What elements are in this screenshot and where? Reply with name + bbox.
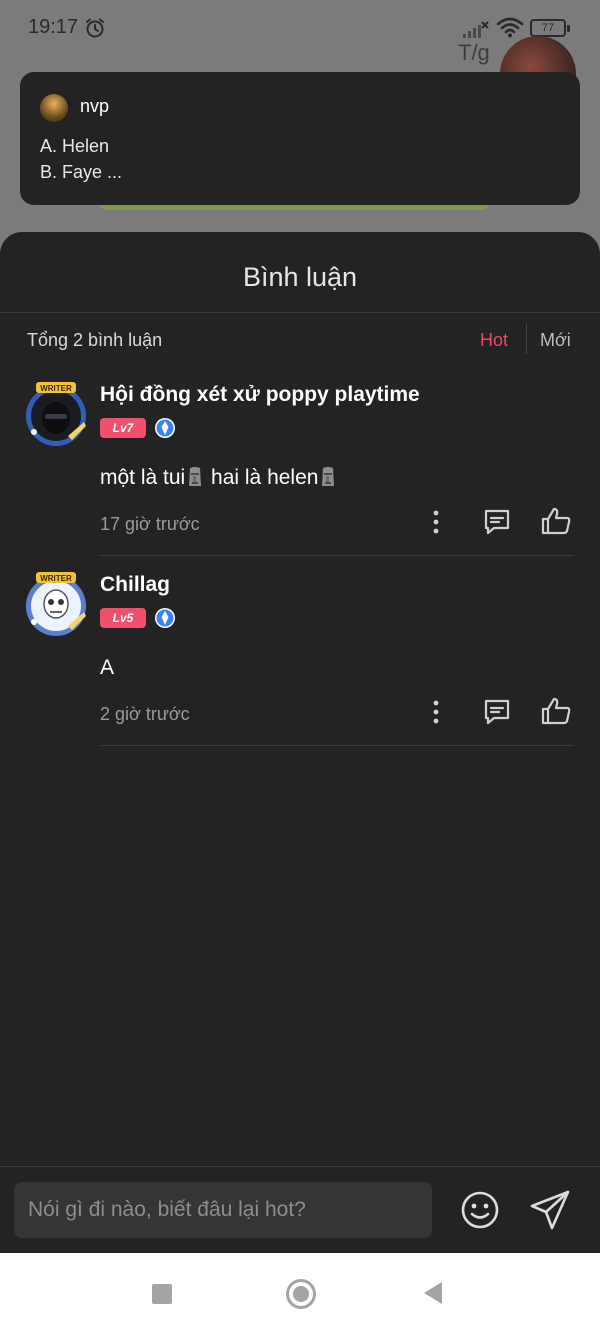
comment-text-part: hai là helen: [205, 466, 319, 489]
sort-hot-tab[interactable]: Hot: [480, 330, 508, 351]
comment-text-part: một là tui: [100, 466, 186, 489]
reply-icon[interactable]: [482, 508, 512, 536]
more-icon[interactable]: [426, 698, 446, 726]
alarm-icon: [86, 18, 104, 38]
notification-avatar: [40, 94, 68, 122]
comments-sheet: Bình luận Tổng 2 bình luận Hot Mới WRITE…: [0, 232, 600, 1253]
avatar[interactable]: WRITER: [22, 380, 90, 448]
sort-divider: [526, 324, 527, 354]
notification-card[interactable]: nvp A. Helen B. Faye ...: [20, 72, 580, 205]
status-time: 19:17: [28, 16, 79, 38]
comment-text: A: [100, 656, 115, 679]
level-badge: Lv5: [100, 608, 146, 628]
comment-item: WRITER Hội đồng xét xử poppy playtime Lv…: [0, 380, 600, 556]
back-icon[interactable]: [424, 1282, 442, 1304]
svg-text:WRITER: WRITER: [40, 574, 72, 583]
sort-new-tab[interactable]: Mới: [540, 330, 571, 351]
emoji-icon[interactable]: [460, 1190, 500, 1230]
recent-apps-icon[interactable]: [152, 1284, 172, 1304]
sheet-title: Bình luận: [242, 262, 358, 292]
notification-line: A. Helen: [40, 136, 110, 156]
like-icon[interactable]: [540, 506, 572, 536]
comment-time: 2 giờ trước: [100, 704, 190, 724]
svg-text:WRITER: WRITER: [40, 384, 72, 393]
moai-emoji-icon: [189, 467, 202, 486]
comment-divider: [100, 555, 574, 556]
level-badge: Lv7: [100, 418, 146, 438]
composer-divider: [0, 1166, 600, 1167]
comment-input[interactable]: [14, 1182, 432, 1238]
avatar[interactable]: WRITER: [22, 570, 90, 638]
wifi-icon: [496, 17, 524, 38]
like-icon[interactable]: [540, 696, 572, 726]
notification-username: nvp: [80, 96, 110, 116]
comment-text: một là tui hai là helen: [100, 466, 338, 490]
signal-icon: [463, 21, 489, 38]
verified-badge-icon: [155, 608, 175, 628]
battery-icon: 77: [530, 19, 570, 37]
comment-author[interactable]: Hội đồng xét xử poppy playtime: [100, 383, 420, 407]
title-divider: [0, 312, 600, 313]
screen: 19:17 77 T/g nvp A. Helen B. Faye ... Bì…: [0, 0, 600, 1333]
navigation-bar: [0, 1253, 600, 1333]
home-icon[interactable]: [286, 1279, 316, 1309]
notification-line: B. Faye ...: [40, 162, 123, 182]
send-icon[interactable]: [528, 1188, 572, 1232]
verified-badge-icon: [155, 418, 175, 438]
moai-emoji-icon: [322, 467, 335, 486]
more-icon[interactable]: [426, 508, 446, 536]
comment-count: Tổng 2 bình luận: [27, 330, 163, 350]
comment-author[interactable]: Chillag: [100, 573, 170, 597]
comment-time: 17 giờ trước: [100, 514, 200, 534]
background-tg-label: T/g: [458, 40, 490, 65]
comment-divider: [100, 745, 574, 746]
reply-icon[interactable]: [482, 698, 512, 726]
comment-item: WRITER Chillag Lv5 A 2 giờ trước: [0, 570, 600, 746]
